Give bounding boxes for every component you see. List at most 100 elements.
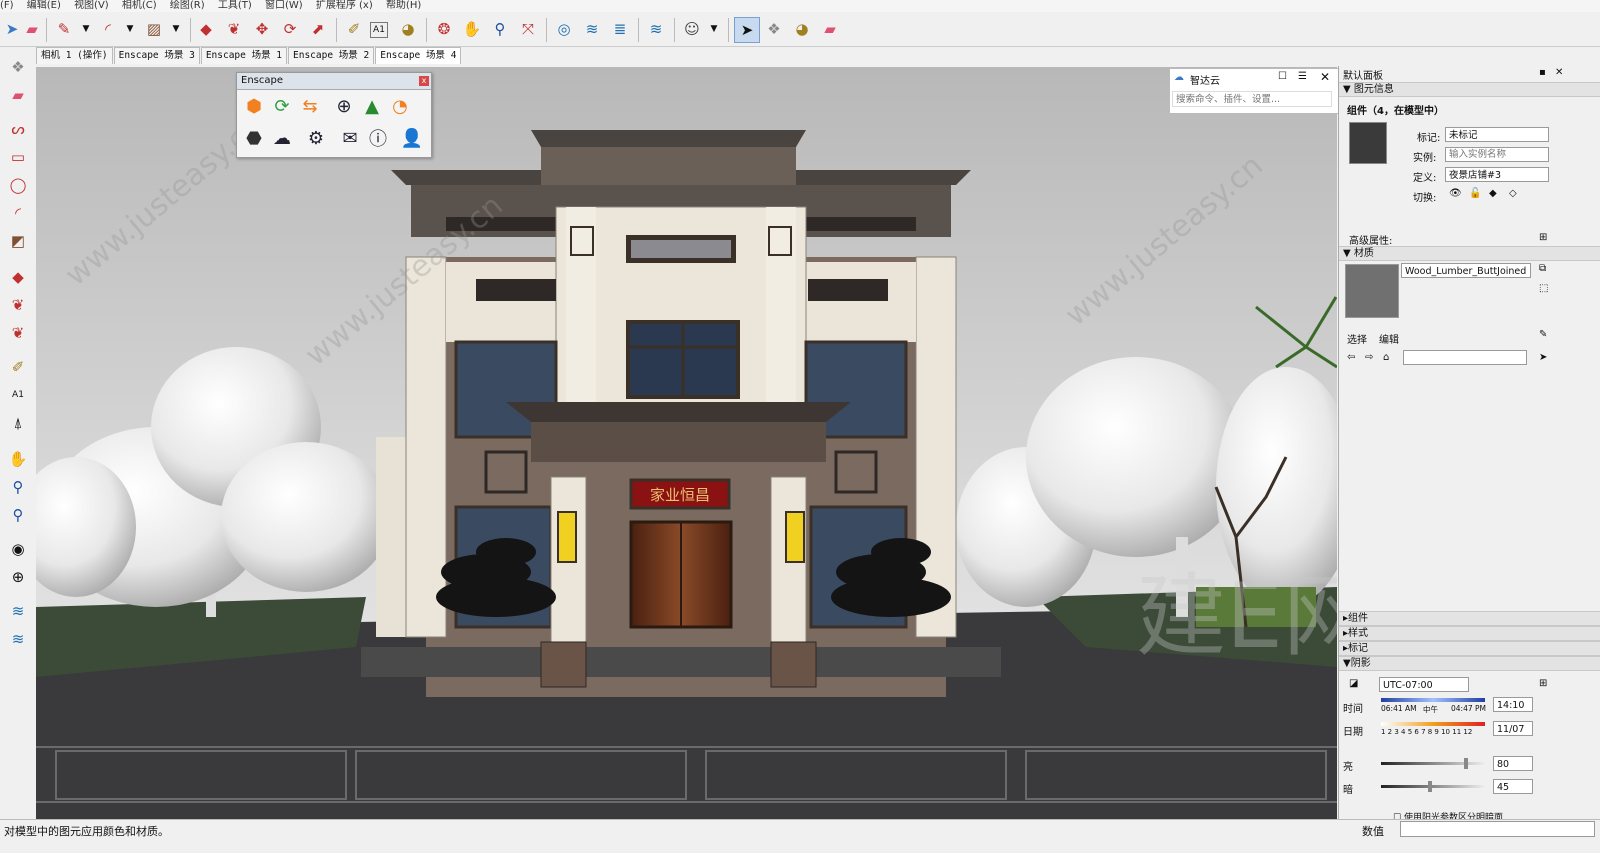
menu-help[interactable]: 帮助(H) (386, 0, 421, 11)
entity-info-header[interactable]: ▼ 图元信息 (1339, 82, 1600, 97)
circle-icon[interactable]: ◯ (6, 173, 30, 197)
push-pull-icon[interactable]: ◆ (6, 265, 30, 289)
materials-header[interactable]: ▼ 材质 (1339, 246, 1600, 261)
account-icon[interactable]: ☺ (680, 17, 704, 41)
details-icon[interactable]: ➤ (1539, 352, 1547, 363)
move-icon[interactable]: ✥ (250, 17, 274, 41)
follow-me-icon[interactable]: ❦ (6, 293, 30, 317)
menu-view[interactable]: 视图(V) (74, 0, 109, 11)
menu-icon[interactable]: ☰ (1298, 71, 1307, 82)
offset-icon[interactable]: ◩ (6, 229, 30, 253)
shadows-header[interactable]: ▼阴影 (1339, 656, 1600, 671)
enscape-material-icon[interactable]: ⬣ (241, 125, 267, 151)
zoom-icon[interactable]: ⚲ (488, 17, 512, 41)
sandbox-icon[interactable]: ≋ (644, 17, 668, 41)
tab-scene-enscape4[interactable]: Enscape 场景 4 (375, 47, 462, 64)
lock-icon[interactable]: 🔓 (1469, 188, 1481, 199)
enscape-title-bar[interactable]: Enscape x (237, 73, 431, 90)
tag-select[interactable]: 未标记 (1445, 127, 1549, 142)
chevron-down-icon[interactable]: ▼ (118, 17, 142, 41)
menu-extensions[interactable]: 扩展程序 (x) (316, 0, 373, 11)
details-icon[interactable]: ⊞ (1539, 678, 1547, 689)
timezone-select[interactable]: UTC-07:00 (1379, 677, 1469, 692)
home-icon[interactable]: ⌂ (1383, 352, 1389, 363)
instance-name-input[interactable] (1445, 147, 1549, 162)
erase-icon[interactable]: ▰ (818, 17, 842, 41)
close-icon[interactable]: ✕ (1555, 67, 1563, 78)
arc-icon[interactable]: ◜ (6, 201, 30, 225)
pencil-icon[interactable]: ✎ (52, 17, 76, 41)
section-plane-icon[interactable]: ≋ (6, 627, 30, 651)
warehouse-icon[interactable]: ◎ (552, 17, 576, 41)
pan-icon[interactable]: ✋ (6, 447, 30, 471)
default-material-icon[interactable]: ⬚ (1539, 283, 1548, 294)
light-input[interactable]: 80 (1493, 756, 1533, 771)
tape-measure-icon[interactable]: ✐ (342, 17, 366, 41)
chevron-down-icon[interactable]: ▼ (164, 17, 188, 41)
tab-select[interactable]: 选择 (1347, 331, 1367, 346)
zoom-extents-icon[interactable]: ⤧ (516, 17, 540, 41)
paint-icon[interactable]: ◕ (790, 17, 814, 41)
enscape-account-icon[interactable]: 👤 (399, 125, 425, 151)
section-icon[interactable]: ≋ (6, 599, 30, 623)
chevron-down-icon[interactable]: ▼ (702, 17, 726, 41)
paint-bucket-icon[interactable]: ◕ (396, 17, 420, 41)
zoom-window-icon[interactable]: ⚲ (6, 503, 30, 527)
axes-icon[interactable]: ⍋ (6, 411, 30, 435)
shadow-toggle-icon[interactable]: ◪ (1349, 678, 1358, 689)
scale-icon[interactable]: ⬈ (306, 17, 330, 41)
look-around-icon[interactable]: ◉ (6, 537, 30, 561)
enscape-upload-icon[interactable]: ☁ (269, 125, 295, 151)
dark-slider-thumb[interactable] (1427, 781, 1432, 792)
tab-scene-enscape3[interactable]: Enscape 场景 3 (113, 47, 200, 64)
menu-file[interactable]: (F) (0, 0, 14, 11)
cast-shadow-icon[interactable]: ◇ (1509, 188, 1517, 199)
push-pull-icon[interactable]: ◆ (194, 17, 218, 41)
walk-icon[interactable]: ⊕ (6, 565, 30, 589)
light-slider[interactable] (1381, 758, 1485, 769)
styles-header[interactable]: ▸样式 (1339, 626, 1600, 641)
menu-tools[interactable]: 工具(T) (218, 0, 252, 11)
measurements-input[interactable] (1400, 821, 1595, 837)
component-icon[interactable]: ❖ (762, 17, 786, 41)
eyedropper-icon[interactable]: ✎ (1539, 329, 1547, 340)
enscape-asset-library-icon[interactable]: ▲ (359, 93, 385, 119)
material-collection-select[interactable] (1403, 350, 1527, 365)
enscape-start-icon[interactable]: ⬢ (241, 93, 267, 119)
orbit-icon[interactable]: ❂ (432, 17, 456, 41)
rotate-icon[interactable]: ⟳ (278, 17, 302, 41)
rotate-icon[interactable]: ❦ (6, 321, 30, 345)
model-viewport[interactable]: 家业恒昌 www.justeasy.cn www.justeasy.cn www… (36, 67, 1337, 819)
forward-icon[interactable]: ⇨ (1365, 352, 1373, 363)
pin-icon[interactable]: ▪ (1539, 67, 1546, 78)
expand-icon[interactable]: ⊞ (1539, 232, 1547, 243)
tab-scene-enscape1[interactable]: Enscape 场景 1 (200, 47, 288, 64)
select-arrow-icon[interactable]: ➤ (734, 17, 760, 43)
date-input[interactable]: 11/07 (1493, 721, 1533, 736)
create-material-icon[interactable]: ⧉ (1539, 263, 1546, 274)
tab-scene-camera1[interactable]: 相机 1 (操作) (36, 47, 113, 64)
zoom-icon[interactable]: ⚲ (6, 475, 30, 499)
rectangle-icon[interactable]: ▭ (6, 145, 30, 169)
eraser-icon[interactable]: ▰ (6, 83, 30, 107)
menu-edit[interactable]: 编辑(E) (27, 0, 61, 11)
close-icon[interactable]: ✕ (1320, 70, 1330, 84)
pan-icon[interactable]: ✋ (460, 17, 484, 41)
dark-input[interactable]: 45 (1493, 779, 1533, 794)
arc-icon[interactable]: ◜ (96, 17, 120, 41)
text-icon[interactable]: A1 (6, 383, 30, 407)
chevron-down-icon[interactable]: ▼ (74, 17, 98, 41)
extension-warehouse-icon[interactable]: ≋ (580, 17, 604, 41)
enscape-about-icon[interactable]: ⓘ (365, 125, 391, 151)
enscape-add-view-icon[interactable]: ⊕ (331, 93, 357, 119)
layout-icon[interactable]: ≣ (608, 17, 632, 41)
menu-camera[interactable]: 相机(C) (122, 0, 157, 11)
receive-shadow-icon[interactable]: ◆ (1489, 188, 1497, 199)
back-icon[interactable]: ⇦ (1347, 352, 1355, 363)
definition-input[interactable]: 夜景店铺#3 (1445, 167, 1549, 182)
maximize-icon[interactable]: ☐ (1278, 71, 1287, 82)
enscape-feedback-icon[interactable]: ✉ (337, 125, 363, 151)
light-slider-thumb[interactable] (1464, 758, 1469, 769)
enscape-settings-icon[interactable]: ⚙ (303, 125, 329, 151)
eraser-icon[interactable]: ▰ (20, 17, 44, 41)
